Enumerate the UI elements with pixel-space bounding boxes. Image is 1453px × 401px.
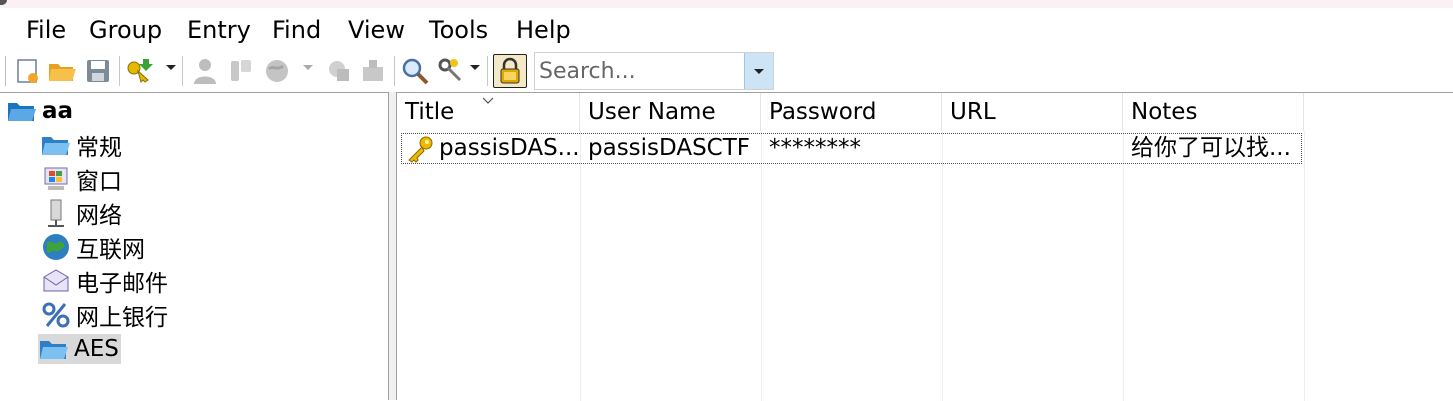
tools-button[interactable]: [434, 54, 468, 88]
windows-computer-icon: [40, 164, 72, 194]
puzzle-icon: [363, 60, 383, 81]
copy-entry-button[interactable]: [322, 54, 356, 88]
open-folder-icon: [49, 64, 76, 81]
folder-icon: [38, 334, 70, 364]
column-divider: [1123, 131, 1124, 401]
quick-search-box: [534, 52, 774, 90]
search-history-dropdown[interactable]: [744, 53, 773, 89]
tree-item-general[interactable]: 常规: [40, 130, 122, 161]
copy-password-button[interactable]: [224, 54, 258, 88]
column-header-title[interactable]: Title: [397, 93, 580, 131]
column-divider: [1304, 131, 1305, 401]
percent-icon: [40, 300, 72, 330]
add-entry-button[interactable]: [123, 54, 157, 88]
group-tree: aa 常规 窗口 网络 互联网 电子邮件 网上银行 AES: [0, 92, 389, 400]
column-divider: [942, 131, 943, 401]
column-header-notes[interactable]: Notes: [1123, 93, 1304, 131]
menu-file[interactable]: File: [24, 14, 68, 46]
user-icon: [194, 59, 216, 84]
keys-icon: [438, 58, 462, 82]
menu-help[interactable]: Help: [514, 14, 573, 46]
copy-icon: [329, 61, 349, 81]
entry-title-cell[interactable]: passisDAS...: [401, 133, 580, 164]
network-server-icon: [40, 198, 72, 228]
globe-icon: [40, 232, 72, 262]
key-icon: [408, 136, 433, 163]
tree-item-windows[interactable]: 窗口: [40, 164, 122, 195]
padlock-icon: [500, 57, 520, 84]
panel-splitter[interactable]: [389, 92, 397, 400]
open-database-button[interactable]: [45, 54, 79, 88]
entry-username[interactable]: passisDASCTF: [580, 133, 761, 164]
entry-password[interactable]: ********: [761, 133, 942, 164]
tree-item-network[interactable]: 网络: [40, 198, 122, 229]
tree-item-email[interactable]: 电子邮件: [40, 266, 168, 297]
toolbar-separator: [394, 56, 395, 86]
add-entry-dropdown[interactable]: [166, 65, 176, 70]
open-url-dropdown[interactable]: [303, 65, 313, 70]
toolbar-separator: [487, 56, 488, 86]
toolbar-grip: [5, 56, 6, 86]
tree-item-label: 常规: [76, 135, 122, 161]
password-key-icon: [231, 60, 251, 81]
perform-auto-type-button[interactable]: [356, 54, 390, 88]
window-corner: [0, 0, 7, 5]
open-url-button[interactable]: [260, 54, 294, 88]
tree-item-aes[interactable]: AES: [38, 334, 121, 364]
tools-dropdown[interactable]: [470, 65, 480, 70]
column-header-label: Title: [405, 99, 455, 125]
tree-item-label: 电子邮件: [76, 271, 168, 297]
window-top-strip: [0, 0, 1453, 8]
copy-username-button[interactable]: [188, 54, 222, 88]
column-header-username[interactable]: User Name: [580, 93, 761, 131]
tree-item-label: 窗口: [76, 169, 122, 195]
column-header-url[interactable]: URL: [942, 93, 1123, 131]
column-divider: [580, 131, 581, 401]
toolbar-separator: [182, 56, 183, 86]
toolbar-separator: [119, 56, 120, 86]
tree-item-label: AES: [74, 336, 119, 362]
column-divider: [761, 131, 762, 401]
folder-icon: [40, 130, 72, 160]
tree-item-label: 网上银行: [76, 305, 168, 331]
new-database-button[interactable]: [10, 54, 44, 88]
magnifier-icon: [402, 58, 429, 85]
globe-icon: [266, 60, 288, 82]
column-header-password[interactable]: Password: [761, 93, 942, 131]
find-button[interactable]: [398, 54, 432, 88]
entry-list: Title User Name Password URL Notes passi…: [397, 92, 1453, 401]
add-key-icon: [127, 59, 153, 83]
save-disk-icon: [87, 60, 109, 82]
menu-find[interactable]: Find: [270, 14, 323, 46]
entry-url[interactable]: [942, 133, 1123, 164]
menu-entry[interactable]: Entry: [185, 14, 253, 46]
tree-item-internet[interactable]: 互联网: [40, 232, 145, 263]
tree-item-label: 互联网: [76, 237, 145, 263]
menu-view[interactable]: View: [346, 14, 407, 46]
tree-root-group[interactable]: aa: [6, 96, 73, 126]
tree-item-online-banking[interactable]: 网上银行: [40, 300, 168, 331]
entry-notes[interactable]: 给你了可以找...: [1123, 133, 1304, 164]
open-folder-icon: [6, 96, 38, 126]
menu-tools[interactable]: Tools: [427, 14, 490, 46]
search-input[interactable]: [539, 57, 739, 85]
save-button[interactable]: [81, 54, 115, 88]
menu-bar: File Group Entry Find View Tools Help: [0, 8, 1453, 50]
email-envelope-icon: [40, 266, 72, 296]
menu-group[interactable]: Group: [87, 14, 164, 46]
entry-title: passisDAS...: [439, 135, 580, 161]
tree-root-label: aa: [42, 98, 74, 124]
new-document-icon: [17, 59, 38, 83]
sort-arrow-icon: [482, 97, 494, 104]
lock-workspace-button[interactable]: [493, 54, 527, 88]
tree-item-label: 网络: [76, 203, 122, 229]
